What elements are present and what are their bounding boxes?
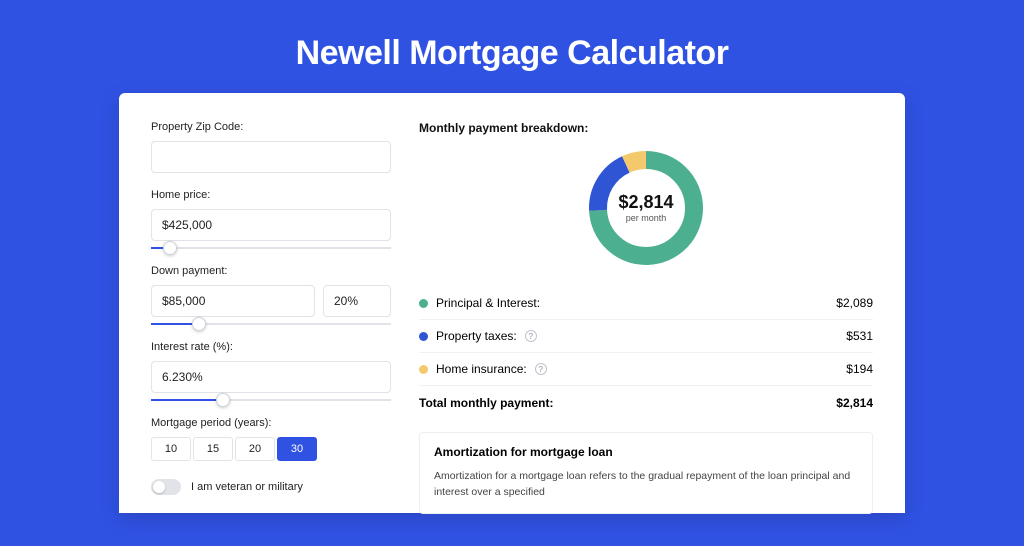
legend-dot-icon: [419, 365, 428, 374]
veteran-label: I am veteran or military: [191, 481, 303, 493]
interest-rate-slider[interactable]: [151, 399, 391, 401]
zip-label: Property Zip Code:: [151, 121, 391, 133]
results-panel: Monthly payment breakdown: $2,814per mon…: [419, 121, 873, 513]
down-payment-slider[interactable]: [151, 323, 391, 325]
field-veteran: I am veteran or military: [151, 479, 391, 495]
legend-label: Principal & Interest:: [436, 296, 540, 310]
down-payment-input[interactable]: [151, 285, 315, 317]
donut-center-sub: per month: [626, 213, 667, 223]
period-option-20[interactable]: 20: [235, 437, 275, 461]
info-icon[interactable]: ?: [525, 330, 537, 342]
total-label: Total monthly payment:: [419, 396, 553, 410]
legend-row: Principal & Interest: $2,089: [419, 287, 873, 320]
donut-center-value: $2,814: [618, 192, 673, 212]
legend-dot-icon: [419, 299, 428, 308]
total-row: Total monthly payment: $2,814: [419, 385, 873, 426]
period-options: 10152030: [151, 437, 391, 461]
field-interest-rate: Interest rate (%):: [151, 341, 391, 401]
period-option-10[interactable]: 10: [151, 437, 191, 461]
home-price-label: Home price:: [151, 189, 391, 201]
amortization-heading: Amortization for mortgage loan: [434, 445, 858, 459]
legend: Principal & Interest: $2,089 Property taxe…: [419, 287, 873, 385]
amortization-box: Amortization for mortgage loan Amortizat…: [419, 432, 873, 514]
zip-input[interactable]: [151, 141, 391, 173]
mortgage-period-label: Mortgage period (years):: [151, 417, 391, 429]
period-option-30[interactable]: 30: [277, 437, 317, 461]
amortization-body: Amortization for a mortgage loan refers …: [434, 469, 858, 501]
home-price-input[interactable]: [151, 209, 391, 241]
period-option-15[interactable]: 15: [193, 437, 233, 461]
breakdown-heading: Monthly payment breakdown:: [419, 121, 873, 135]
home-price-slider[interactable]: [151, 247, 391, 249]
legend-value: $194: [846, 362, 873, 376]
form-panel: Property Zip Code: Home price: Down paym…: [151, 121, 391, 513]
donut-chart: $2,814per month: [419, 143, 873, 273]
interest-rate-label: Interest rate (%):: [151, 341, 391, 353]
field-down-payment: Down payment:: [151, 265, 391, 325]
legend-label: Property taxes:: [436, 329, 517, 343]
legend-label: Home insurance:: [436, 362, 527, 376]
field-home-price: Home price:: [151, 189, 391, 249]
info-icon[interactable]: ?: [535, 363, 547, 375]
total-value: $2,814: [836, 396, 873, 410]
down-payment-pct-input[interactable]: [323, 285, 391, 317]
page-title: Newell Mortgage Calculator: [0, 34, 1024, 73]
donut-slice: [626, 160, 646, 164]
veteran-toggle[interactable]: [151, 479, 181, 495]
down-payment-label: Down payment:: [151, 265, 391, 277]
legend-value: $531: [846, 329, 873, 343]
legend-value: $2,089: [836, 296, 873, 310]
interest-rate-input[interactable]: [151, 361, 391, 393]
legend-row: Property taxes:? $531: [419, 320, 873, 353]
legend-dot-icon: [419, 332, 428, 341]
legend-row: Home insurance:? $194: [419, 353, 873, 385]
calculator-card: Property Zip Code: Home price: Down paym…: [119, 93, 905, 513]
field-zip: Property Zip Code:: [151, 121, 391, 173]
field-mortgage-period: Mortgage period (years): 10152030: [151, 417, 391, 461]
